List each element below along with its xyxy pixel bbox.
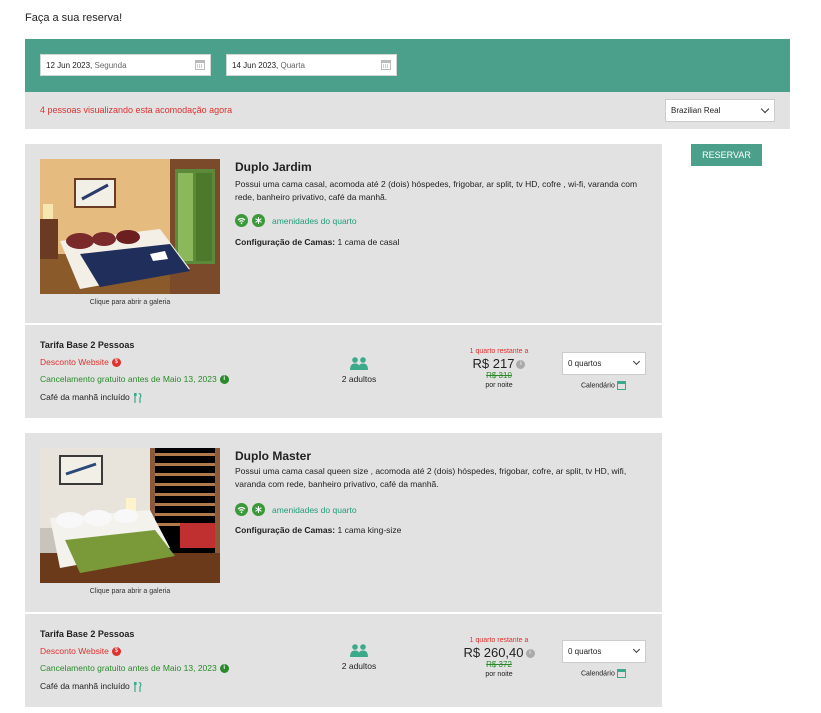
guests-info: 2 adultos	[325, 357, 393, 385]
room-photo[interactable]	[40, 448, 220, 583]
price-box: 1 quarto restante a R$ 260,40 i R$ 372 po…	[445, 637, 553, 678]
dollar-icon: $	[111, 647, 121, 657]
info-bar: 4 pessoas visualizando esta acomodação a…	[25, 92, 790, 129]
dollar-icon: $	[111, 358, 121, 368]
beds-label: Configuração de Camas:	[235, 237, 336, 247]
chevron-down-icon	[632, 645, 641, 654]
breakfast-text: Café da manhã incluído	[40, 681, 130, 691]
bed-configuration: Configuração de Camas: 1 cama de casal	[235, 237, 399, 247]
rooms-quantity-select[interactable]: 0 quartos	[562, 352, 646, 375]
info-icon[interactable]: i	[516, 360, 526, 370]
gallery-caption[interactable]: Clique para abrir a galeria	[40, 299, 220, 306]
cutlery-icon	[134, 681, 142, 692]
old-price: R$ 372	[486, 660, 512, 669]
amenities-link[interactable]: amenidades do quarto	[272, 216, 357, 226]
breakfast-included: Café da manhã incluído	[40, 681, 142, 692]
cancellation-policy: Cancelamento gratuito antes de Maio 13, …	[40, 374, 229, 385]
rooms-quantity-value: 0 quartos	[568, 647, 602, 656]
calendar-label: Calendário	[581, 382, 615, 390]
rooms-quantity-select[interactable]: 0 quartos	[562, 640, 646, 663]
date-bar: 12 Jun 2023, Segunda 14 Jun 2023, Quarta	[25, 39, 790, 92]
price-value: R$ 260,40	[463, 645, 524, 660]
room-photo[interactable]	[40, 159, 220, 294]
beds-value: 1 cama king-size	[337, 525, 402, 535]
rooms-left: 1 quarto restante a	[469, 348, 529, 355]
beds-value: 1 cama de casal	[337, 237, 400, 247]
people-icon	[350, 644, 368, 657]
people-icon	[350, 357, 368, 370]
calendar-label: Calendário	[581, 670, 615, 678]
amenities[interactable]: amenidades do quarto	[235, 214, 435, 228]
per-night: por noite	[485, 382, 513, 389]
page-title: Faça a sua reserva!	[25, 12, 123, 24]
per-night: por noite	[485, 671, 513, 678]
cancellation-text: Cancelamento gratuito antes de Maio 13, …	[40, 374, 217, 384]
room-name: Duplo Master	[235, 449, 312, 463]
amenities[interactable]: amenidades do quarto	[235, 503, 435, 517]
breakfast-text: Café da manhã incluído	[40, 392, 130, 402]
rate-name: Tarifa Base 2 Pessoas	[40, 340, 135, 350]
info-icon[interactable]: i	[219, 664, 229, 674]
calendar-icon	[381, 60, 391, 70]
checkin-date-input[interactable]: 12 Jun 2023, Segunda	[40, 54, 211, 76]
cancellation-policy: Cancelamento gratuito antes de Maio 13, …	[40, 663, 229, 674]
room-name: Duplo Jardim	[235, 160, 312, 174]
rooms-quantity-value: 0 quartos	[568, 359, 602, 368]
beds-label: Configuração de Camas:	[235, 525, 336, 535]
gallery-caption[interactable]: Clique para abrir a galeria	[40, 588, 220, 595]
info-icon[interactable]: i	[219, 375, 229, 385]
divider	[25, 612, 662, 614]
price-value: R$ 217	[472, 356, 515, 371]
amenities-link[interactable]: amenidades do quarto	[272, 505, 357, 515]
currency-select[interactable]: Brazilian Real	[665, 99, 775, 122]
wifi-icon	[235, 214, 248, 227]
checkin-date: 12 Jun 2023,	[46, 61, 93, 70]
calendar-icon	[616, 669, 626, 678]
room-card: Clique para abrir a galeria Duplo Master…	[25, 433, 662, 707]
guests-label: 2 adultos	[341, 661, 377, 671]
rate-name: Tarifa Base 2 Pessoas	[40, 629, 135, 639]
info-icon[interactable]: i	[525, 649, 535, 659]
snowflake-icon	[252, 214, 265, 227]
bed-configuration: Configuração de Camas: 1 cama king-size	[235, 525, 401, 535]
discount-text: Desconto Website	[40, 646, 109, 656]
checkout-date: 14 Jun 2023,	[232, 61, 279, 70]
price-box: 1 quarto restante a R$ 217 i R$ 310 por n…	[445, 348, 553, 389]
calendar-link[interactable]: Calendário	[581, 669, 626, 678]
chevron-down-icon	[760, 104, 770, 114]
currency-value: Brazilian Real	[671, 106, 721, 115]
price: R$ 260,40 i	[445, 645, 553, 660]
guests-label: 2 adultos	[341, 374, 377, 384]
snowflake-icon	[252, 503, 265, 516]
old-price: R$ 310	[486, 371, 512, 380]
calendar-icon	[195, 60, 205, 70]
room-description: Possui uma cama casal, acomoda até 2 (do…	[235, 179, 638, 202]
reserve-button[interactable]: RESERVAR	[691, 144, 762, 166]
rooms-left: 1 quarto restante a	[469, 637, 529, 644]
checkout-date-input[interactable]: 14 Jun 2023, Quarta	[226, 54, 397, 76]
room-card: Clique para abrir a galeria Duplo Jardim…	[25, 144, 662, 418]
checkout-day: Quarta	[280, 61, 305, 70]
discount-text: Desconto Website	[40, 357, 109, 367]
divider	[25, 323, 662, 325]
breakfast-included: Café da manhã incluído	[40, 392, 142, 403]
room-description: Possui uma cama casal queen size , acomo…	[235, 466, 627, 489]
calendar-link[interactable]: Calendário	[581, 381, 626, 390]
discount-label: Desconto Website $	[40, 357, 121, 368]
cutlery-icon	[134, 392, 142, 403]
price: R$ 217 i	[445, 356, 553, 371]
discount-label: Desconto Website $	[40, 646, 121, 657]
chevron-down-icon	[632, 357, 641, 366]
calendar-icon	[616, 381, 626, 390]
cancellation-text: Cancelamento gratuito antes de Maio 13, …	[40, 663, 217, 673]
guests-info: 2 adultos	[325, 644, 393, 672]
wifi-icon	[235, 503, 248, 516]
checkin-day: Segunda	[94, 61, 127, 70]
viewers-notice: 4 pessoas visualizando esta acomodação a…	[40, 105, 233, 115]
